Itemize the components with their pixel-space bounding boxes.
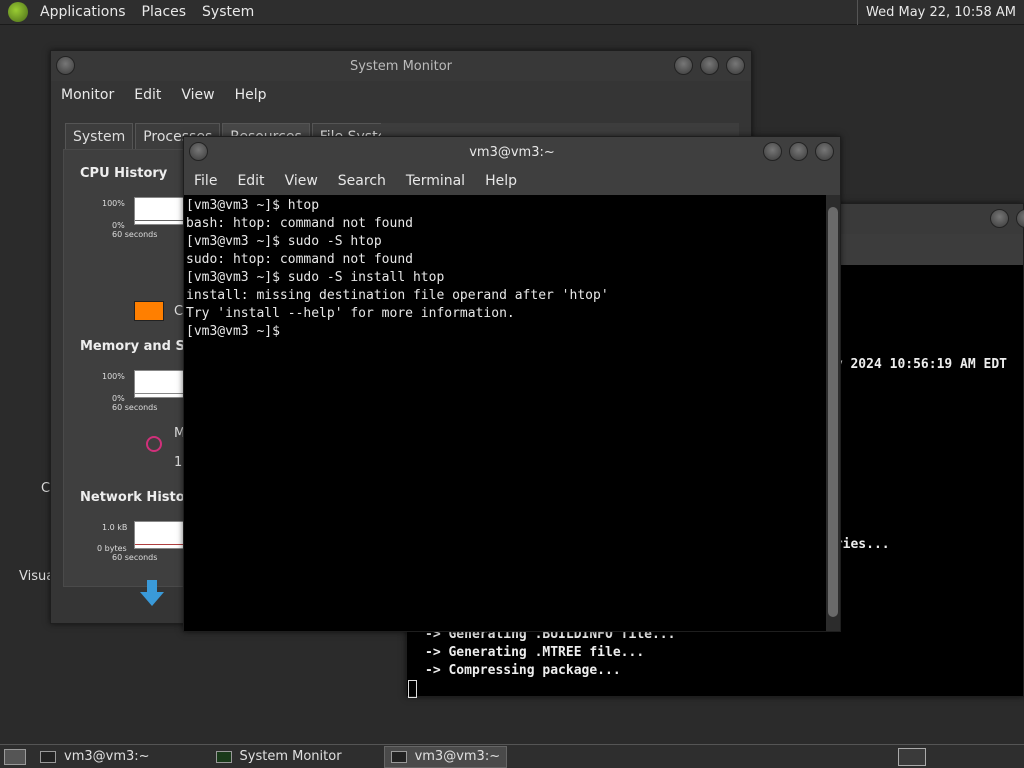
window-title: vm3@vm3:~ — [469, 144, 555, 160]
terminal-output-line: -> Generating .MTREE file... — [425, 645, 645, 660]
menu-search[interactable]: Search — [328, 173, 396, 189]
menu-edit[interactable]: Edit — [227, 173, 274, 189]
taskbar-item-system-monitor[interactable]: System Monitor — [210, 746, 348, 768]
network-history-title: Network History — [80, 490, 200, 505]
system-monitor-icon — [215, 750, 232, 763]
terminal-cursor — [408, 680, 417, 698]
cpu-y-bottom-label: 0% — [112, 221, 125, 230]
system-monitor-menubar: Monitor Edit View Help — [51, 81, 751, 109]
system-menu[interactable]: System — [198, 4, 258, 20]
cpu-history-title: CPU History — [80, 166, 168, 181]
menu-help[interactable]: Help — [225, 87, 277, 103]
terminal-line: install: missing destination file operan… — [186, 288, 609, 303]
memory-x-label: 60 seconds — [112, 403, 158, 412]
terminal-icon — [390, 750, 407, 763]
terminal-scroll-thumb[interactable] — [828, 207, 838, 617]
menu-view[interactable]: View — [275, 173, 328, 189]
taskbar: vm3@vm3:~ System Monitor vm3@vm3:~ — [0, 744, 1024, 768]
window-menu-icon[interactable] — [189, 142, 208, 161]
download-arrow-head — [140, 592, 164, 606]
terminal-titlebar[interactable]: vm3@vm3:~ — [184, 137, 840, 167]
terminal-output-line: ay 2024 10:56:19 AM EDT — [827, 357, 1008, 372]
window-title: System Monitor — [349, 58, 453, 74]
terminal-line: [vm3@vm3 ~]$ sudo -S htop — [186, 234, 382, 249]
terminal-icon — [40, 750, 56, 763]
terminal-menubar: File Edit View Search Terminal Help — [184, 167, 840, 195]
memory-y-bottom-label: 0% — [112, 394, 125, 403]
tab-system[interactable]: System — [65, 123, 134, 149]
network-graph — [134, 521, 186, 549]
download-arrow-icon — [147, 580, 157, 592]
terminal-line: Try 'install --help' for more informatio… — [186, 306, 515, 321]
menu-file[interactable]: File — [184, 173, 227, 189]
taskbar-item-label: vm3@vm3:~ — [64, 749, 150, 764]
maximize-icon[interactable] — [789, 142, 808, 161]
terminal-window: vm3@vm3:~ File Edit View Search Terminal… — [183, 136, 841, 632]
close-icon[interactable] — [815, 142, 834, 161]
taskbar-item-label: System Monitor — [239, 749, 342, 764]
workspace-switcher-icon[interactable] — [898, 748, 926, 766]
desktop-icon-label[interactable]: Visua — [19, 569, 54, 584]
menu-terminal[interactable]: Terminal — [396, 173, 475, 189]
terminal-line: bash: htop: command not found — [186, 216, 413, 231]
cpu-x-label: 60 seconds — [112, 230, 158, 239]
network-y-top-label: 1.0 kB — [102, 523, 128, 532]
memory-graph — [134, 370, 186, 398]
network-x-label: 60 seconds — [112, 553, 158, 562]
terminal-screen[interactable]: [vm3@vm3 ~]$ htop bash: htop: command no… — [184, 195, 827, 631]
cpu-y-top-label: 100% — [102, 199, 125, 208]
menu-monitor[interactable]: Monitor — [51, 87, 124, 103]
taskbar-item-terminal[interactable]: vm3@vm3:~ — [34, 746, 156, 768]
window-menu-icon[interactable] — [56, 56, 75, 75]
clock[interactable]: Wed May 22, 10:58 AM — [857, 0, 1024, 25]
menu-help[interactable]: Help — [475, 173, 527, 189]
terminal-output-line: -> Compressing package... — [425, 663, 621, 678]
network-y-bottom-label: 0 bytes — [97, 544, 127, 553]
top-panel: Applications Places System Wed May 22, 1… — [0, 0, 1024, 25]
places-menu[interactable]: Places — [138, 4, 191, 20]
applications-menu[interactable]: Applications — [36, 4, 130, 20]
system-monitor-titlebar[interactable]: System Monitor — [51, 51, 751, 81]
terminal-line: [vm3@vm3 ~]$ sudo -S install htop — [186, 270, 445, 285]
desktop-icon-label[interactable]: C — [41, 481, 50, 496]
memory-pie-icon[interactable] — [146, 436, 162, 452]
cpu-color-swatch[interactable] — [134, 301, 164, 321]
memory-y-top-label: 100% — [102, 372, 125, 381]
terminal-scrollbar[interactable] — [826, 195, 840, 631]
maximize-icon[interactable] — [700, 56, 719, 75]
menu-edit[interactable]: Edit — [124, 87, 171, 103]
terminal-line: sudo: htop: command not found — [186, 252, 413, 267]
show-desktop-icon[interactable] — [4, 748, 26, 765]
minimize-icon[interactable] — [990, 209, 1009, 228]
minimize-icon[interactable] — [674, 56, 693, 75]
minimize-icon[interactable] — [763, 142, 782, 161]
maximize-icon[interactable] — [1016, 209, 1024, 228]
cpu-graph — [134, 197, 186, 225]
menu-view[interactable]: View — [171, 87, 224, 103]
taskbar-item-label: vm3@vm3:~ — [414, 749, 501, 764]
taskbar-item-terminal-active[interactable]: vm3@vm3:~ — [383, 745, 508, 768]
distro-logo-icon[interactable] — [8, 2, 28, 22]
terminal-prompt-line: [vm3@vm3 ~]$ — [186, 324, 288, 339]
close-icon[interactable] — [726, 56, 745, 75]
cpu-legend-label: C — [174, 304, 184, 319]
terminal-line: [vm3@vm3 ~]$ htop — [186, 198, 320, 213]
